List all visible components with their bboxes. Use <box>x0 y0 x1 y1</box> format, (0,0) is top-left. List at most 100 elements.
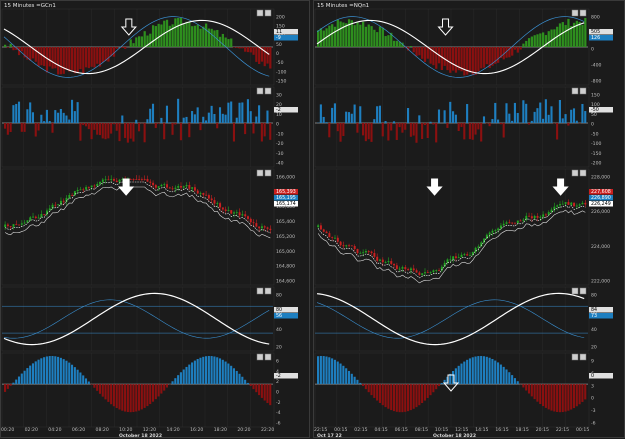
maximize-pane-icon[interactable] <box>257 288 263 294</box>
volume-bar <box>435 384 437 389</box>
histogram-bar <box>130 39 132 47</box>
volume-bar <box>460 364 462 385</box>
histogram-bar <box>567 19 569 47</box>
volume-bar <box>261 384 263 398</box>
maximize-pane-icon[interactable] <box>572 170 578 176</box>
volume-bar <box>197 359 199 384</box>
histogram-bar <box>71 47 73 70</box>
volume-bar <box>4 123 6 129</box>
value-badge-label: 165,174 <box>276 201 296 207</box>
volume-bar <box>166 106 168 123</box>
value-badge-label: 0 <box>591 373 594 379</box>
maximize-pane-icon[interactable] <box>257 88 263 94</box>
volume-bar <box>96 384 98 391</box>
volume-bar <box>266 384 268 403</box>
close-pane-icon[interactable] <box>265 88 271 94</box>
histogram-bar <box>247 47 249 52</box>
close-pane-icon[interactable] <box>265 288 271 294</box>
volume-bar <box>528 384 530 393</box>
axis-tick-label: -100 <box>276 69 287 75</box>
candle-body <box>584 203 586 204</box>
volume-bar <box>500 123 502 124</box>
histogram-bar <box>57 47 59 74</box>
x-axis-tick-label: 14:15 <box>475 427 488 433</box>
volume-bar <box>244 123 246 134</box>
histogram-bar <box>82 47 84 73</box>
candle-body <box>155 185 157 188</box>
maximize-pane-icon[interactable] <box>572 288 578 294</box>
candle-body <box>393 264 395 265</box>
histogram-bar <box>525 41 527 47</box>
volume-bar <box>584 111 586 123</box>
volume-bar <box>250 111 252 123</box>
close-pane-icon[interactable] <box>265 354 271 360</box>
volume-bar <box>514 378 516 384</box>
volume-bar <box>466 104 468 123</box>
chart-panel-nq[interactable]: 15 Minutes =NQn1 8004000-400-80050512615… <box>313 0 625 438</box>
histogram-bar <box>266 47 268 64</box>
histogram-bar <box>548 31 550 47</box>
candle-body <box>576 206 578 207</box>
chart-canvas-nq[interactable]: 8004000-400-800505126150100500-50-100-15… <box>314 1 625 439</box>
volume-bar <box>559 384 561 412</box>
histogram-bar <box>135 37 137 47</box>
x-axis-tick-label: 08:20 <box>96 427 109 433</box>
close-pane-icon[interactable] <box>580 354 586 360</box>
maximize-pane-icon[interactable] <box>572 354 578 360</box>
volume-bar <box>21 123 23 132</box>
value-badge-label: 505 <box>591 29 600 35</box>
value-badge-label: 227,608 <box>591 189 611 195</box>
histogram-bar <box>250 47 252 52</box>
volume-bar <box>576 121 578 123</box>
pane-frame <box>315 169 589 285</box>
histogram-bar <box>396 41 398 47</box>
volume-bar <box>110 123 112 134</box>
volume-bar <box>183 370 185 385</box>
candle-body <box>194 187 196 190</box>
volume-bar <box>323 117 325 123</box>
volume-bar <box>49 356 51 384</box>
histogram-bar <box>410 46 412 47</box>
histogram-bar <box>258 47 260 64</box>
volume-bar <box>534 112 536 123</box>
candle-body <box>29 217 31 220</box>
maximize-pane-icon[interactable] <box>257 170 263 176</box>
close-pane-icon[interactable] <box>580 88 586 94</box>
volume-bar <box>208 113 210 123</box>
close-pane-icon[interactable] <box>580 170 586 176</box>
volume-bar <box>489 123 491 126</box>
maximize-pane-icon[interactable] <box>257 10 263 16</box>
value-badge-label: 80 <box>276 307 282 313</box>
chart-panel-gc[interactable]: 15 Minutes =GCn1 200150100500-50-100-150… <box>0 0 310 438</box>
pane-2: 166,000165,800165,600165,400165,200165,0… <box>2 169 298 285</box>
candle-body <box>110 179 112 180</box>
volume-bar <box>351 374 353 384</box>
close-pane-icon[interactable] <box>265 10 271 16</box>
candle-body <box>244 214 246 216</box>
histogram-bar <box>362 22 364 47</box>
volume-bar <box>404 384 406 412</box>
chart-canvas-gc[interactable]: 200150100500-50-100-15011-93020100-10-20… <box>1 1 311 439</box>
axis-tick-label: 2 <box>276 379 279 385</box>
candle-body <box>133 179 135 180</box>
volume-bar <box>370 384 372 395</box>
maximize-pane-icon[interactable] <box>572 10 578 16</box>
maximize-pane-icon[interactable] <box>257 354 263 360</box>
histogram-bar <box>379 26 381 47</box>
volume-bar <box>469 123 471 139</box>
volume-bar <box>514 103 516 123</box>
histogram-bar <box>472 47 474 75</box>
close-pane-icon[interactable] <box>580 288 586 294</box>
close-pane-icon[interactable] <box>580 10 586 16</box>
close-pane-icon[interactable] <box>265 170 271 176</box>
volume-bar <box>216 357 218 384</box>
volume-bar <box>438 110 440 123</box>
candle-body <box>138 179 140 180</box>
histogram-bar <box>233 47 235 48</box>
volume-bar <box>160 118 162 123</box>
maximize-pane-icon[interactable] <box>572 88 578 94</box>
histogram-bar <box>79 47 81 69</box>
volume-bar <box>65 361 67 384</box>
candle-body <box>35 217 37 218</box>
volume-bar <box>480 123 482 142</box>
